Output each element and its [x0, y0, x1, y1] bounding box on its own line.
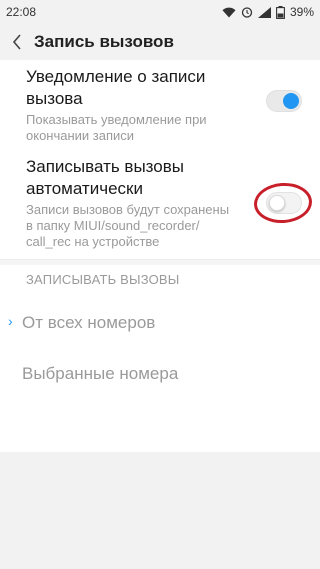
record-calls-section-header: ЗАПИСЫВАТЬ ВЫЗОВЫ [26, 272, 180, 287]
option-selected-numbers[interactable]: Выбранные номера [22, 364, 178, 384]
notification-toggle[interactable] [266, 90, 302, 112]
app-bar: Запись вызовов [0, 24, 320, 60]
battery-icon [276, 5, 285, 19]
setting-auto-record[interactable]: Записывать вызовы автоматически Записи в… [26, 156, 246, 250]
setting-call-record-notification[interactable]: Уведомление о записи вызова Показывать у… [26, 66, 246, 144]
selected-indicator-icon: › [8, 313, 13, 329]
setting-description: Записи вызовов будут сохранены в папку M… [26, 202, 230, 249]
status-time: 22:08 [6, 5, 37, 19]
signal-icon [257, 6, 271, 18]
status-bar: 22:08 39% [0, 0, 320, 24]
setting-title: Уведомление о записи вызова [26, 67, 206, 108]
alarm-icon [241, 6, 253, 18]
battery-percent: 39% [289, 5, 314, 19]
option-all-numbers[interactable]: От всех номеров [22, 313, 155, 333]
toggle-knob [283, 93, 299, 109]
setting-description: Показывать уведомление при окончании зап… [26, 112, 207, 143]
back-button[interactable] [0, 24, 34, 60]
page-title: Запись вызовов [34, 32, 174, 51]
status-icons: 39% [222, 5, 314, 19]
wifi-icon [222, 7, 236, 18]
section-divider [0, 259, 320, 265]
setting-title: Записывать вызовы автоматически [26, 157, 184, 198]
chevron-left-icon [12, 34, 21, 50]
